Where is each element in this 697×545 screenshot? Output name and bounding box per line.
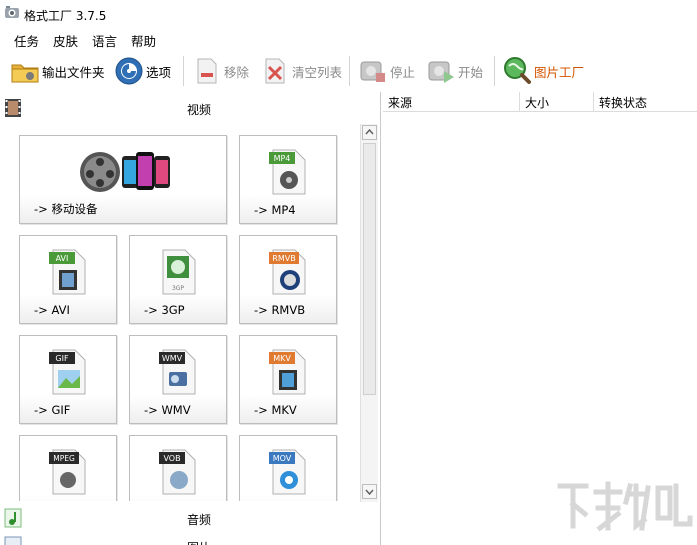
scroll-down-button[interactable] (362, 484, 377, 499)
options-label: 选项 (146, 64, 172, 80)
tile-rmvb[interactable]: RMVB -> RMVB (239, 235, 337, 324)
stop-button[interactable]: 停止 (358, 54, 415, 88)
tile-mkv-label: -> MKV (254, 403, 297, 417)
video-format-grid: -> 移动设备 MP4 -> MP4 AVI -> AVI 3GP -> 3GP… (0, 124, 360, 501)
picture-factory-label: 图片工厂 (534, 64, 585, 80)
mkv-badge: MKV (273, 354, 291, 363)
tile-avi[interactable]: AVI -> AVI (19, 235, 117, 324)
mov-badge: MOV (273, 454, 292, 463)
options-button[interactable]: 选项 (114, 54, 171, 88)
tile-gif-label: -> GIF (34, 403, 71, 417)
tile-wmv[interactable]: WMV -> WMV (129, 335, 227, 424)
tile-mobile-device-label: -> 移动设备 (34, 202, 98, 216)
magnifier-globe-icon (504, 57, 531, 84)
chevron-down-icon (365, 489, 374, 496)
mkv-file-icon: MKV (269, 349, 306, 395)
remove-label: 移除 (224, 64, 250, 80)
mp4-badge: MP4 (274, 154, 291, 163)
site-watermark-logo (557, 481, 693, 532)
tile-gif[interactable]: GIF -> GIF (19, 335, 117, 424)
3gp-file-icon: 3GP (162, 249, 196, 295)
start-button[interactable]: 开始 (426, 54, 483, 88)
folder-icon (11, 64, 39, 83)
column-source[interactable]: 来源 (383, 92, 520, 112)
menu-skin[interactable]: 皮肤 (53, 31, 78, 50)
wmv-badge: WMV (162, 354, 183, 363)
toolbar: 输出文件夹 选项 移除 清空列表 停止 开始 图片工厂 (0, 50, 697, 92)
tile-mp4-label: -> MP4 (254, 203, 296, 217)
picture-factory-button[interactable]: 图片工厂 (502, 54, 584, 88)
category-video[interactable]: 视频 (0, 94, 380, 122)
mpeg-file-icon: MPEG (49, 449, 86, 495)
tile-mobile-device[interactable]: -> 移动设备 (19, 135, 227, 224)
tile-mp4[interactable]: MP4 -> MP4 (239, 135, 337, 224)
vob-badge: VOB (163, 454, 180, 463)
gif-badge: GIF (55, 354, 69, 363)
start-icon (428, 61, 454, 83)
gif-file-icon: GIF (49, 349, 86, 395)
menu-bar: 任务 皮肤 语言 帮助 (0, 28, 697, 50)
tile-wmv-label: -> WMV (144, 403, 191, 417)
category-video-label: 视频 (187, 103, 212, 117)
avi-badge: AVI (56, 254, 69, 263)
stop-icon (360, 61, 385, 82)
tile-mpeg[interactable]: MPEG (19, 435, 117, 501)
clear-list-icon (265, 58, 285, 84)
start-label: 开始 (458, 64, 484, 80)
tile-mov[interactable]: MOV (239, 435, 337, 501)
output-folder-button[interactable]: 输出文件夹 (10, 54, 105, 88)
rmvb-file-icon: RMVB (269, 249, 306, 295)
conversion-panel: 视频 -> 移动设备 MP4 -> MP4 AVI -> AVI 3GP -> … (0, 92, 381, 545)
category-picture-label: 图片 (187, 539, 211, 545)
music-note-icon (4, 508, 22, 528)
column-size[interactable]: 大小 (520, 92, 594, 112)
category-audio[interactable]: 音频 (0, 504, 380, 532)
remove-file-icon (197, 58, 217, 84)
remove-button[interactable]: 移除 (192, 54, 249, 88)
tile-vob[interactable]: VOB (129, 435, 227, 501)
mov-file-icon: MOV (269, 449, 306, 495)
stop-label: 停止 (390, 64, 416, 80)
film-icon (5, 99, 21, 117)
toolbar-separator (183, 56, 184, 86)
mobile-devices-icon (80, 152, 170, 192)
clear-list-label: 清空列表 (292, 64, 343, 80)
vertical-scrollbar[interactable] (360, 124, 378, 502)
menu-task[interactable]: 任务 (14, 31, 39, 50)
tile-avi-label: -> AVI (34, 303, 70, 317)
window-title: 格式工厂 3.7.5 (24, 9, 107, 23)
toolbar-separator (494, 56, 495, 86)
mpeg-badge: MPEG (53, 454, 75, 463)
avi-file-icon: AVI (49, 249, 86, 295)
gear-icon (115, 57, 143, 85)
tile-3gp-label: -> 3GP (144, 303, 185, 317)
vob-file-icon: VOB (159, 449, 196, 495)
rmvb-badge: RMVB (272, 254, 295, 263)
menu-help[interactable]: 帮助 (131, 31, 156, 50)
wmv-file-icon: WMV (159, 349, 196, 395)
title-bar: 格式工厂 3.7.5 (0, 0, 697, 28)
category-picture[interactable]: 图片 (0, 532, 380, 545)
mp4-file-icon: MP4 (269, 149, 306, 195)
scroll-thumb[interactable] (363, 143, 376, 395)
tile-rmvb-label: -> RMVB (254, 303, 306, 317)
clear-list-button[interactable]: 清空列表 (260, 54, 342, 88)
chevron-up-icon (365, 128, 374, 135)
picture-icon (4, 536, 22, 545)
app-logo-icon (5, 6, 19, 18)
category-audio-label: 音频 (187, 513, 212, 527)
3gp-badge: 3GP (172, 285, 184, 292)
menu-language[interactable]: 语言 (92, 31, 117, 50)
column-status[interactable]: 转换状态 (594, 92, 697, 112)
tile-mkv[interactable]: MKV -> MKV (239, 335, 337, 424)
scroll-up-button[interactable] (362, 125, 377, 140)
tile-3gp[interactable]: 3GP -> 3GP (129, 235, 227, 324)
output-folder-label: 输出文件夹 (42, 64, 105, 80)
toolbar-separator (349, 56, 350, 86)
